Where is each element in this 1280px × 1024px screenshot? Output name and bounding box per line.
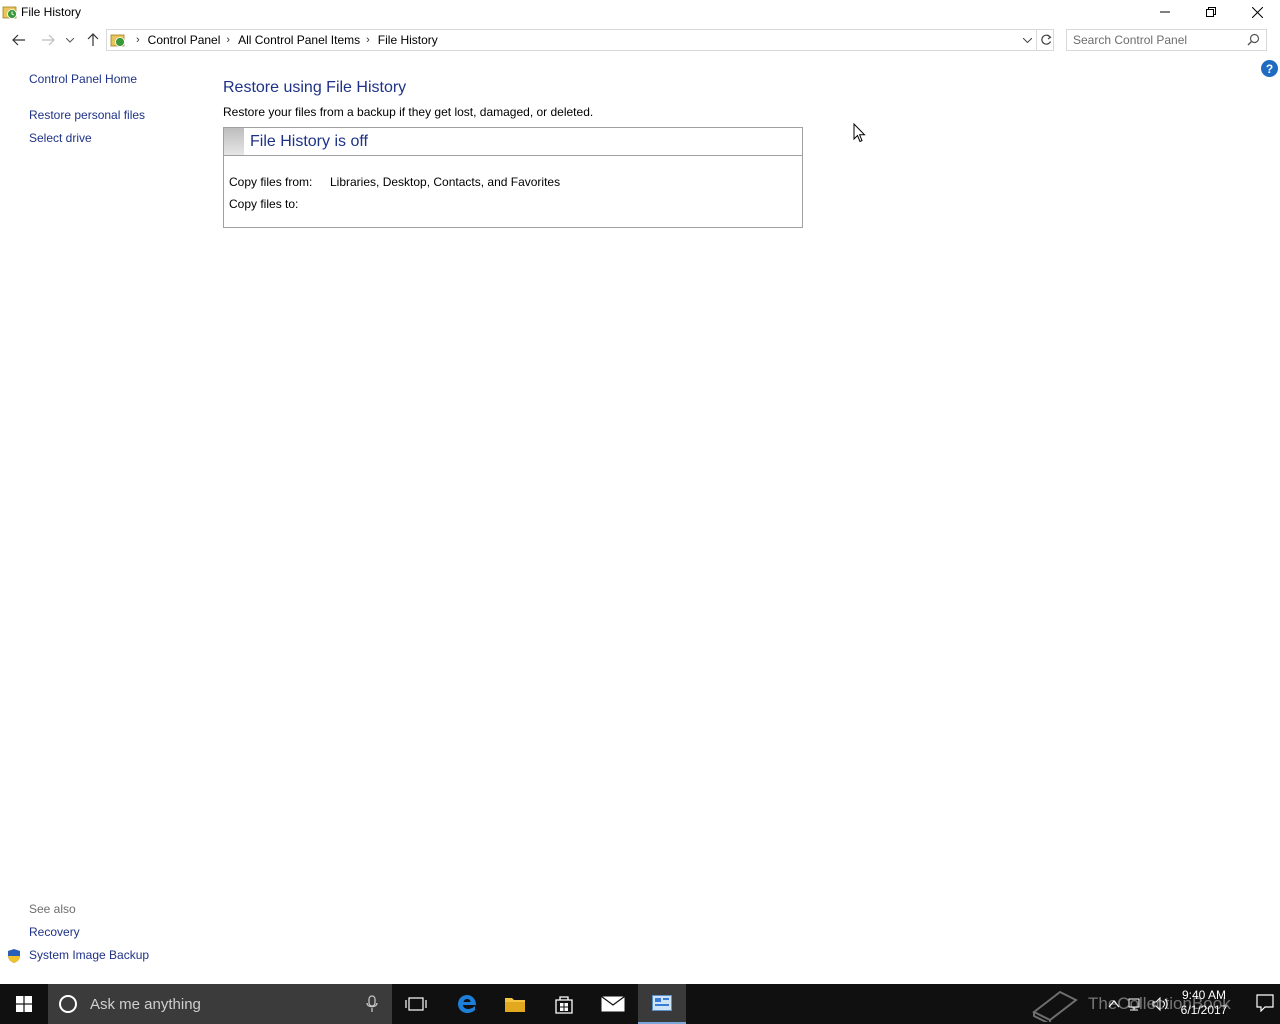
action-center-icon[interactable] <box>1256 994 1274 1012</box>
cortana-icon <box>59 995 77 1013</box>
copy-to-label: Copy files to: <box>229 197 299 211</box>
up-button[interactable] <box>82 28 104 52</box>
system-image-backup-link[interactable]: System Image Backup <box>29 948 149 962</box>
store-button[interactable] <box>540 984 588 1024</box>
back-button[interactable] <box>8 28 30 52</box>
start-button[interactable] <box>0 984 48 1024</box>
page-title: Restore using File History <box>223 79 407 96</box>
address-bar[interactable]: › Control Panel › All Control Panel Items… <box>106 29 1054 51</box>
microphone-icon[interactable] <box>366 995 378 1013</box>
windows-logo-icon <box>16 996 32 1012</box>
breadcrumb-control-panel[interactable]: Control Panel › <box>148 33 238 47</box>
control-panel-taskbar-button[interactable] <box>638 984 686 1024</box>
copy-to-row: Copy files to: <box>229 197 330 211</box>
mail-icon <box>601 996 625 1012</box>
mouse-cursor-icon <box>853 123 866 143</box>
minimize-button[interactable] <box>1142 0 1188 24</box>
show-hidden-icons-chevron-icon[interactable] <box>1108 996 1120 1012</box>
file-explorer-icon <box>505 998 525 1012</box>
mail-button[interactable] <box>589 984 637 1024</box>
page-description: Restore your files from a backup if they… <box>223 105 594 119</box>
network-icon[interactable] <box>1128 996 1144 1012</box>
task-view-icon <box>405 997 427 1011</box>
refresh-icon <box>1040 34 1052 45</box>
file-history-app-icon <box>2 6 17 19</box>
store-icon <box>555 996 573 1014</box>
forward-button[interactable] <box>37 28 59 52</box>
breadcrumb-all-control-panel-items[interactable]: All Control Panel Items › <box>238 33 378 47</box>
control-panel-icon <box>652 995 672 1011</box>
close-button[interactable] <box>1234 0 1280 24</box>
copy-from-row: Copy files from: Libraries, Desktop, Con… <box>229 175 560 189</box>
navigation-bar: › Control Panel › All Control Panel Items… <box>0 28 1280 52</box>
minimize-icon <box>1160 11 1170 13</box>
recent-locations-button[interactable] <box>61 28 79 52</box>
forward-arrow-icon <box>42 34 55 46</box>
title-bar: File History <box>0 0 1280 24</box>
search-box[interactable] <box>1066 29 1267 51</box>
breadcrumb-file-history[interactable]: File History <box>378 33 438 47</box>
restore-button[interactable] <box>1188 0 1234 24</box>
restore-icon <box>1206 7 1216 17</box>
breadcrumb-separator[interactable]: › <box>130 34 148 46</box>
address-dropdown-button[interactable] <box>1019 30 1035 50</box>
chevron-down-icon <box>1022 37 1032 43</box>
close-icon <box>1251 6 1263 18</box>
search-input[interactable] <box>1067 31 1239 49</box>
up-arrow-icon <box>87 33 99 46</box>
clock[interactable]: 9:40 AM 6/1/2017 <box>1174 988 1234 1018</box>
control-panel-location-icon <box>110 34 125 47</box>
book-logo-icon <box>1032 990 1078 1022</box>
copy-from-value: Libraries, Desktop, Contacts, and Favori… <box>330 175 561 189</box>
recovery-link[interactable]: Recovery <box>29 925 80 939</box>
volume-icon[interactable] <box>1152 996 1170 1012</box>
window-title: File History <box>21 5 82 19</box>
help-button[interactable]: ? <box>1261 60 1278 77</box>
file-explorer-button[interactable] <box>491 984 539 1024</box>
control-panel-home-link[interactable]: Control Panel Home <box>29 72 137 86</box>
uac-shield-icon <box>8 949 20 963</box>
back-arrow-icon <box>12 34 25 46</box>
clock-date: 6/1/2017 <box>1180 1003 1228 1017</box>
clock-time: 9:40 AM <box>1181 988 1227 1002</box>
task-view-button[interactable] <box>392 984 440 1024</box>
status-indicator <box>224 128 244 155</box>
copy-from-label: Copy files from: <box>229 175 313 189</box>
edge-button[interactable] <box>443 984 491 1024</box>
select-drive-link[interactable]: Select drive <box>29 131 92 145</box>
file-history-status-panel: File History is off Copy files from: Lib… <box>223 127 803 228</box>
edge-icon <box>458 995 476 1013</box>
restore-personal-files-link[interactable]: Restore personal files <box>29 108 145 122</box>
chevron-down-icon <box>66 37 74 43</box>
cortana-search-box[interactable]: Ask me anything <box>48 984 392 1024</box>
search-icon <box>1247 33 1260 46</box>
taskbar: Ask me anything TheCollectionBook 9:40 A… <box>0 984 1280 1024</box>
cortana-search-placeholder: Ask me anything <box>90 995 201 1013</box>
see-also-header: See also <box>29 902 76 916</box>
status-title: File History is off <box>250 132 368 150</box>
refresh-button[interactable] <box>1036 29 1054 51</box>
